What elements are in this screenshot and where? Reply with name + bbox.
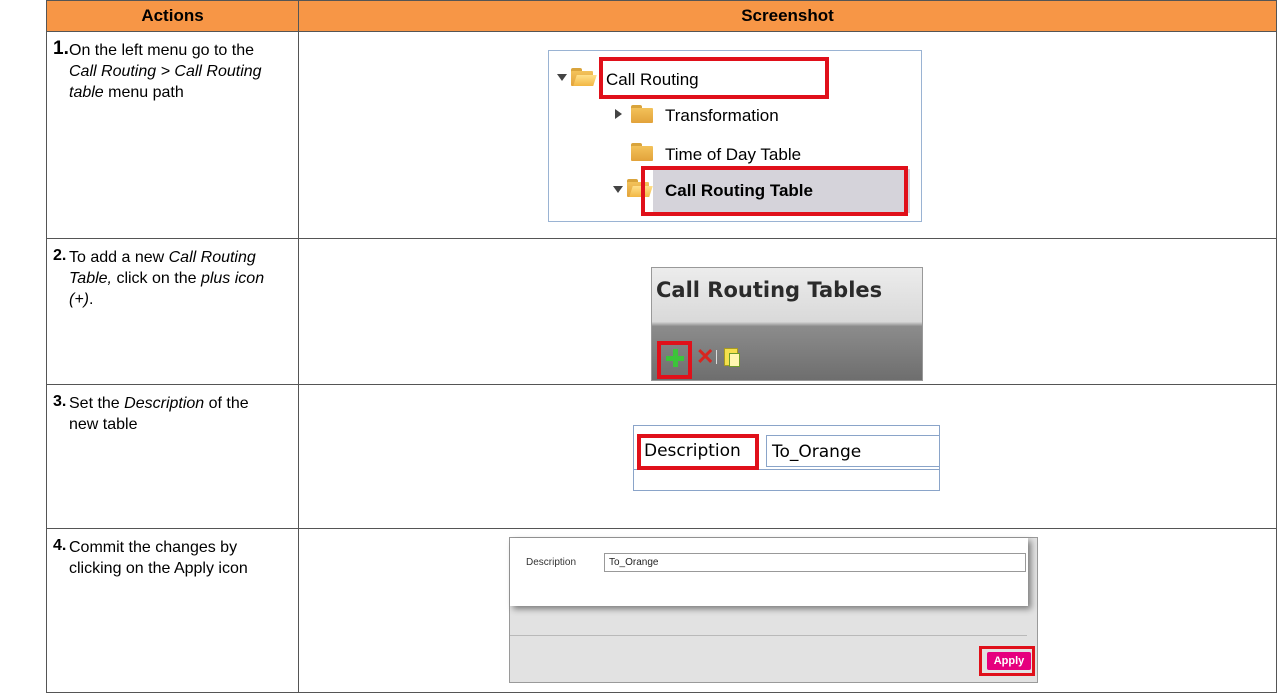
step-1-text: On the left menu go to the Call Routing …	[69, 40, 269, 103]
step-number: 4.	[53, 537, 67, 554]
step-4-cell: 4. Commit the changes by clicking on the…	[46, 528, 299, 693]
step-number: 3.	[53, 393, 67, 410]
toolbar-separator	[716, 350, 717, 364]
description-label: Description	[526, 557, 577, 568]
step-text: click on the	[112, 270, 201, 287]
highlight-box	[599, 57, 829, 99]
step-text: .	[89, 291, 94, 308]
toolbar-title: Call Routing Tables	[656, 278, 883, 302]
step-2-cell: 2. To add a new Call Routing Table, clic…	[46, 238, 299, 385]
highlight-box	[637, 434, 759, 470]
step-3-cell: 3. Set the Description of the new table	[46, 384, 299, 529]
step-4-text: Commit the changes by clicking on the Ap…	[69, 539, 248, 577]
tree-item-transformation[interactable]: Transformation	[665, 106, 779, 126]
description-input[interactable]: To_Orange	[766, 435, 940, 467]
step-2-text: To add a new Call Routing Table, click o…	[69, 247, 269, 310]
header-screenshot: Screenshot	[298, 0, 1277, 32]
tree-item-time-of-day-table[interactable]: Time of Day Table	[665, 145, 801, 165]
step-number: 2.	[53, 247, 67, 264]
step-number: 1.	[53, 38, 69, 59]
toolbar-screenshot: Call Routing Tables ✕	[651, 267, 923, 381]
menu-tree-screenshot: Call Routing Transformation Time of Day …	[548, 50, 922, 222]
step-3-text: Set the Description of the new table	[69, 393, 269, 435]
highlight-box	[979, 646, 1035, 676]
copy-icon[interactable]	[724, 348, 740, 367]
apply-screenshot: Description To_Orange Apply	[509, 537, 1038, 683]
description-input[interactable]: To_Orange	[604, 553, 1026, 572]
step-text: To add a new	[69, 249, 169, 266]
collapse-arrow-icon[interactable]	[615, 109, 622, 119]
header-actions: Actions	[46, 0, 299, 32]
folder-open-icon	[571, 68, 597, 86]
delete-icon[interactable]: ✕	[696, 344, 714, 370]
step-text: menu path	[103, 84, 184, 101]
highlight-box	[657, 341, 692, 379]
folder-icon	[631, 143, 655, 161]
step-text: On the left menu go to the	[69, 42, 255, 59]
description-value: To_Orange	[609, 557, 659, 568]
step-text: Set the	[69, 395, 125, 412]
expand-arrow-icon[interactable]	[557, 74, 567, 81]
highlight-box	[641, 166, 908, 216]
step-1-cell: 1. On the left menu go to the Call Routi…	[46, 31, 299, 239]
divider	[510, 635, 1027, 636]
expand-arrow-icon[interactable]	[613, 186, 623, 193]
description-value: To_Orange	[772, 442, 862, 462]
description-field-screenshot: Description To_Orange	[633, 425, 940, 491]
form-panel: Description To_Orange	[510, 538, 1028, 606]
step-emphasis: Description	[124, 395, 205, 412]
folder-icon	[631, 105, 655, 123]
